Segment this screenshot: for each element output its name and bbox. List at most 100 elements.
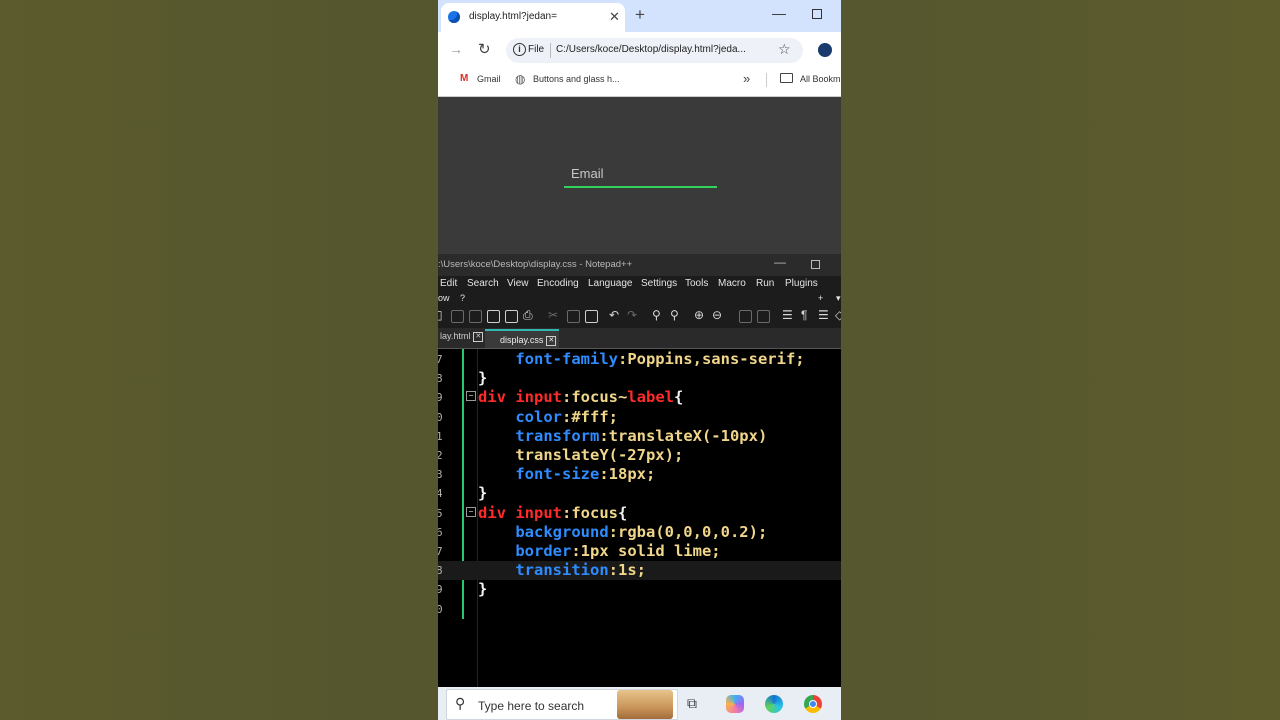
code-line[interactable]: 6 background:rgba(0,0,0,0.2); bbox=[438, 523, 841, 542]
paste-icon[interactable] bbox=[585, 310, 598, 323]
code-line[interactable]: 9} bbox=[438, 580, 841, 599]
close-icon[interactable]: ✕ bbox=[546, 335, 557, 346]
line-number: 0 bbox=[438, 410, 443, 424]
bookmark-buttons[interactable]: Buttons and glass h... bbox=[533, 74, 620, 84]
copy-icon[interactable] bbox=[567, 310, 580, 323]
code-line[interactable]: 7 border:1px solid lime; bbox=[438, 542, 841, 561]
code-line[interactable]: 8} bbox=[438, 369, 841, 388]
task-view-icon[interactable]: ⧉ bbox=[687, 695, 697, 712]
code-text: } bbox=[478, 484, 487, 503]
code-text: background:rgba(0,0,0,0.2); bbox=[478, 523, 767, 542]
code-line[interactable]: 4} bbox=[438, 484, 841, 503]
replace-icon[interactable]: ⚲ bbox=[670, 308, 679, 322]
code-text: font-family:Poppins,sans-serif; bbox=[478, 350, 804, 369]
browser-toolbar: → ↻ i File C:/Users/koce/Desktop/display… bbox=[438, 32, 841, 68]
menu-help[interactable]: ? bbox=[460, 293, 465, 303]
bookmark-star-icon[interactable]: ☆ bbox=[778, 41, 791, 58]
address-separator bbox=[550, 43, 551, 58]
code-line[interactable]: 0 color:#fff; bbox=[438, 408, 841, 427]
menu-edit[interactable]: Edit bbox=[440, 278, 457, 289]
zoom-in-icon[interactable]: ⊕ bbox=[694, 308, 704, 322]
info-icon[interactable]: i bbox=[513, 43, 526, 56]
add-tab-button[interactable]: + bbox=[818, 293, 823, 303]
code-editor[interactable]: 7 font-family:Poppins,sans-serif; 8} 9− div… bbox=[438, 349, 841, 687]
code-line[interactable]: 2 translateY(-27px); bbox=[438, 446, 841, 465]
notepad-tabbar: lay.html ✕ display.css ✕ bbox=[438, 328, 841, 349]
menu-window[interactable]: ow bbox=[438, 293, 450, 303]
undo-icon[interactable]: ↶ bbox=[609, 308, 619, 322]
menu-macro[interactable]: Macro bbox=[718, 278, 746, 289]
code-token: transition bbox=[515, 561, 609, 580]
new-file-icon[interactable]: ▯ bbox=[438, 308, 443, 322]
address-bar[interactable]: i File C:/Users/koce/Desktop/display.htm… bbox=[506, 38, 803, 63]
tab-close-icon[interactable]: ✕ bbox=[609, 9, 620, 25]
print-icon[interactable]: ⎙ bbox=[523, 308, 533, 323]
extension-icon[interactable] bbox=[818, 43, 832, 57]
reload-icon[interactable]: ↻ bbox=[478, 40, 491, 58]
taskbar-search-box[interactable]: ⚲ Type here to search bbox=[446, 689, 678, 720]
chrome-browser-icon[interactable] bbox=[804, 695, 822, 713]
gmail-icon: M bbox=[460, 73, 469, 84]
close-icon[interactable]: ✕ bbox=[473, 331, 484, 342]
menu-settings[interactable]: Settings bbox=[641, 278, 677, 289]
fold-toggle-icon[interactable]: − bbox=[466, 391, 476, 402]
code-text: color:#fff; bbox=[478, 408, 618, 427]
line-number: 0 bbox=[438, 602, 443, 616]
code-line[interactable]: 1 transform:translateX(-10px) bbox=[438, 427, 841, 446]
menu-search[interactable]: Search bbox=[467, 278, 499, 289]
close-file-icon[interactable] bbox=[487, 310, 500, 323]
edge-browser-icon[interactable] bbox=[765, 695, 783, 713]
notepad-maximize-button[interactable] bbox=[811, 260, 820, 269]
word-wrap-icon[interactable]: ☰ bbox=[782, 308, 793, 322]
new-tab-button[interactable]: + bbox=[635, 5, 645, 25]
menu-tools[interactable]: Tools bbox=[685, 278, 708, 289]
menu-run[interactable]: Run bbox=[756, 278, 774, 289]
bookmark-all[interactable]: All Bookm bbox=[800, 74, 841, 84]
menu-language[interactable]: Language bbox=[588, 278, 633, 289]
code-text: div input:focus{ bbox=[478, 504, 627, 523]
search-placeholder: Type here to search bbox=[478, 699, 585, 713]
bookmarks-bar: M Gmail ◍ Buttons and glass h... » All B… bbox=[438, 68, 841, 92]
code-token: input bbox=[515, 388, 562, 407]
sync-h-scroll-icon[interactable] bbox=[757, 310, 770, 323]
menu-plugins[interactable]: Plugins bbox=[785, 278, 818, 289]
email-input[interactable] bbox=[564, 186, 717, 188]
cut-icon[interactable]: ✂ bbox=[548, 308, 558, 322]
code-line[interactable]: 0 bbox=[438, 600, 841, 619]
save-all-icon[interactable] bbox=[469, 310, 482, 323]
sync-scroll-icon[interactable] bbox=[739, 310, 752, 323]
more-tools-icon[interactable]: ◇ bbox=[835, 308, 841, 322]
tab-display-html[interactable]: display.html?jedan= ✕ bbox=[441, 3, 625, 32]
close-all-icon[interactable] bbox=[505, 310, 518, 323]
menu-view[interactable]: View bbox=[507, 278, 529, 289]
save-icon[interactable] bbox=[451, 310, 464, 323]
find-icon[interactable]: ⚲ bbox=[652, 308, 661, 322]
tab-list-button[interactable]: ▾ bbox=[836, 293, 841, 304]
minimize-button[interactable]: — bbox=[772, 5, 786, 21]
url-text[interactable]: C:/Users/koce/Desktop/display.html?jeda.… bbox=[556, 44, 746, 55]
redo-icon[interactable]: ↷ bbox=[627, 308, 637, 322]
maximize-button[interactable] bbox=[812, 9, 822, 19]
code-token: } bbox=[478, 484, 488, 503]
notepad-minimize-button[interactable]: — bbox=[774, 255, 786, 269]
bookmark-gmail[interactable]: Gmail bbox=[477, 74, 501, 84]
tab-display-html-file[interactable]: lay.html ✕ bbox=[438, 331, 484, 348]
indent-guide-icon[interactable]: ☰ bbox=[818, 308, 829, 322]
back-arrow-icon[interactable]: → bbox=[449, 41, 463, 57]
code-line[interactable]: 7 font-family:Poppins,sans-serif; bbox=[438, 350, 841, 369]
show-symbols-icon[interactable]: ¶ bbox=[801, 308, 807, 322]
tab-title: display.html?jedan= bbox=[469, 11, 557, 22]
search-icon: ⚲ bbox=[455, 695, 466, 711]
code-line[interactable]: 5 − div input:focus{ bbox=[438, 504, 841, 523]
fold-toggle-icon[interactable]: − bbox=[466, 506, 476, 517]
copilot-icon[interactable] bbox=[726, 695, 744, 713]
tab-display-css-file[interactable]: display.css ✕ bbox=[485, 329, 559, 348]
bookmarks-more-icon[interactable]: » bbox=[743, 71, 750, 86]
menu-encoding[interactable]: Encoding bbox=[537, 278, 579, 289]
search-highlight-image[interactable] bbox=[617, 690, 673, 719]
code-token: :focus bbox=[562, 503, 618, 522]
code-line[interactable]: 9 − div input:focus~label{ bbox=[438, 388, 841, 407]
code-line[interactable]: 8 transition:1s; bbox=[438, 561, 841, 581]
code-line[interactable]: 3 font-size:18px; bbox=[438, 465, 841, 484]
zoom-out-icon[interactable]: ⊖ bbox=[712, 308, 722, 322]
